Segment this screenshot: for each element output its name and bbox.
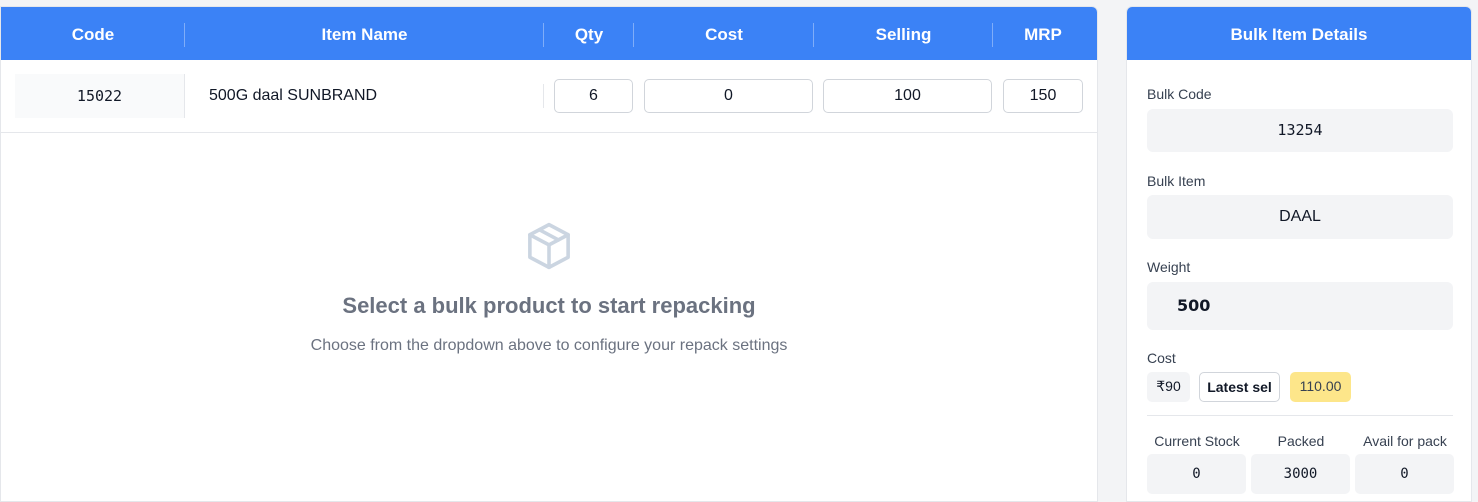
bulk-code-label: Bulk Code [1147, 86, 1212, 102]
weight-field[interactable]: 500 [1147, 282, 1453, 330]
divider [1147, 415, 1453, 416]
mrp-input[interactable] [1003, 79, 1083, 113]
row-divider [543, 84, 544, 108]
weight-label: Weight [1147, 259, 1191, 275]
repack-table-panel: Code Item Name Qty Cost Selling MRP 1502… [0, 6, 1098, 502]
header-qty: Qty [574, 25, 604, 44]
header-cost: Cost [705, 25, 743, 44]
item-name: 500G daal SUNBRAND [209, 87, 378, 104]
bulk-details-title: Bulk Item Details [1127, 7, 1471, 60]
packed-label: Packed [1277, 433, 1325, 449]
selling-input[interactable] [823, 79, 992, 113]
packed-value: 3000 [1251, 454, 1350, 494]
avail-for-pack-value: 0 [1355, 454, 1454, 494]
empty-state: Select a bulk product to start repacking… [1, 219, 1097, 355]
bulk-item-label: Bulk Item [1147, 173, 1206, 189]
cost-input[interactable] [644, 79, 813, 113]
latest-sel-value-badge: 110.00 [1290, 372, 1351, 402]
box-icon [528, 222, 570, 270]
cost-label: Cost [1147, 350, 1176, 366]
current-stock-value: 0 [1147, 454, 1246, 494]
avail-for-pack-label: Avail for pack [1363, 433, 1447, 449]
bulk-code-field[interactable]: 13254 [1147, 109, 1453, 152]
current-stock-label: Current Stock [1154, 433, 1240, 449]
empty-state-subtitle: Choose from the dropdown above to config… [310, 337, 788, 354]
bulk-item-details-panel: Bulk Item Details Bulk Code 13254 Bulk I… [1126, 6, 1472, 502]
table-header: Code Item Name Qty Cost Selling MRP [1, 7, 1097, 60]
header-item-name: Item Name [321, 25, 408, 44]
item-code: 15022 [15, 74, 185, 118]
header-mrp: MRP [1024, 25, 1062, 44]
latest-sel-button[interactable]: Latest sel [1199, 372, 1280, 402]
header-code: Code [71, 25, 115, 44]
table-row: 15022 500G daal SUNBRAND [1, 60, 1097, 133]
cost-value-badge: ₹90 [1147, 372, 1190, 402]
bulk-item-field[interactable]: DAAL [1147, 195, 1453, 239]
empty-state-title: Select a bulk product to start repacking [342, 293, 756, 318]
qty-input[interactable] [554, 79, 633, 113]
header-selling: Selling [875, 25, 932, 44]
